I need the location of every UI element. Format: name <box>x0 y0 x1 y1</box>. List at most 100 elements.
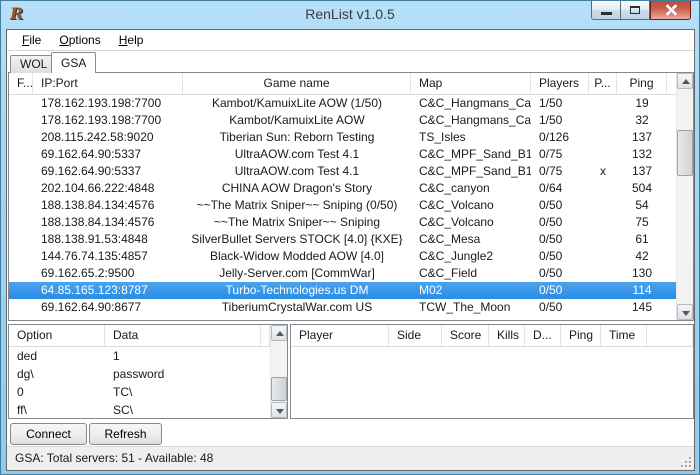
server-row[interactable]: 144.76.74.135:4857Black-Widow Modded AOW… <box>9 248 676 265</box>
server-cell-players: 0/64 <box>531 180 589 197</box>
options-col-header-option[interactable]: Option <box>9 325 105 346</box>
server-cell-f <box>9 95 33 112</box>
players-col-header-1[interactable]: Side <box>389 325 442 346</box>
resize-grip[interactable] <box>679 455 692 468</box>
title-bar[interactable]: R RenList v1.0.5 <box>1 1 699 29</box>
server-row[interactable]: 64.85.165.123:8787Turbo-Technologies.us … <box>9 282 676 299</box>
option-name-cell: ff\ <box>9 401 105 419</box>
server-list-body: 178.162.193.198:7700Kambot/KamuixLite AO… <box>9 95 676 320</box>
server-cell-map: C&C_MPF_Sand_B1 <box>411 146 531 163</box>
option-name-cell: dg\ <box>9 365 105 383</box>
server-row[interactable]: 202.104.66.222:4848CHINA AOW Dragon's St… <box>9 180 676 197</box>
server-cell-p <box>589 282 617 299</box>
players-col-header-5[interactable]: Ping <box>561 325 601 346</box>
server-cell-ip: 188.138.84.134:4576 <box>33 214 183 231</box>
server-cell-players: 0/50 <box>531 265 589 282</box>
server-cell-map: C&C_Hangmans_Ca... <box>411 112 531 129</box>
maximize-button[interactable] <box>621 1 650 20</box>
server-cell-ping: 145 <box>617 299 667 316</box>
scroll-up-button[interactable] <box>677 73 693 89</box>
arrow-down-icon <box>276 409 284 414</box>
server-cell-game: Kambot/KamuixLite AOW <box>183 112 411 129</box>
server-col-header-ip[interactable]: IP:Port <box>33 73 183 94</box>
scrollbar-thumb[interactable] <box>677 130 693 176</box>
server-cell-f <box>9 282 33 299</box>
menu-item-file[interactable]: File <box>13 31 50 49</box>
server-cell-map: C&C_Hangmans_Ca... <box>411 95 531 112</box>
server-cell-p <box>589 197 617 214</box>
server-row[interactable]: 178.162.193.198:7700Kambot/KamuixLite AO… <box>9 95 676 112</box>
server-cell-map: C&C_Field <box>411 265 531 282</box>
tab-gsa[interactable]: GSA <box>51 52 96 73</box>
server-cell-p <box>589 146 617 163</box>
server-cell-players: 0/50 <box>531 299 589 316</box>
server-row[interactable]: 188.138.91.53:4848SilverBullet Servers S… <box>9 231 676 248</box>
server-cell-f <box>9 146 33 163</box>
server-cell-f <box>9 180 33 197</box>
server-cell-ping: 54 <box>617 197 667 214</box>
options-row[interactable]: dg\password <box>9 365 270 383</box>
options-col-header-data[interactable]: Data <box>105 325 261 346</box>
options-row[interactable]: 0TC\ <box>9 383 270 401</box>
maximize-icon <box>630 6 640 14</box>
tab-strip: WOLGSA <box>7 51 694 72</box>
server-col-header-ping[interactable]: Ping <box>617 73 667 94</box>
server-cell-ping: 32 <box>617 112 667 129</box>
server-row[interactable]: 69.162.65.2:9500Jelly-Server.com [CommWa… <box>9 265 676 282</box>
menu-item-options[interactable]: Options <box>50 31 109 49</box>
server-col-header-p[interactable]: P... <box>589 73 617 94</box>
server-cell-game: UltraAOW.com Test 4.1 <box>183 163 411 180</box>
server-row[interactable]: 188.138.84.134:4576~~The Matrix Sniper~~… <box>9 214 676 231</box>
server-cell-p <box>589 95 617 112</box>
options-list-scrollbar[interactable] <box>270 325 287 418</box>
server-cell-ip: 178.162.193.198:7700 <box>33 112 183 129</box>
server-cell-f <box>9 129 33 146</box>
refresh-button[interactable]: Refresh <box>89 423 162 445</box>
server-cell-ip: 208.115.242.58:9020 <box>33 129 183 146</box>
options-list-header: OptionData <box>9 325 270 347</box>
players-col-header-3[interactable]: Kills <box>489 325 525 346</box>
server-cell-f <box>9 248 33 265</box>
server-cell-map: C&C_MPF_Sand_B1 <box>411 163 531 180</box>
server-row[interactable]: 208.115.242.58:9020Tiberian Sun: Reborn … <box>9 129 676 146</box>
server-cell-p <box>589 129 617 146</box>
server-row[interactable]: 69.162.64.90:5337UltraAOW.com Test 4.1C&… <box>9 146 676 163</box>
options-row[interactable]: ded1 <box>9 347 270 365</box>
server-cell-ip: 69.162.65.2:9500 <box>33 265 183 282</box>
scroll-down-button[interactable] <box>271 402 287 418</box>
server-row[interactable]: 188.138.84.134:4576~~The Matrix Sniper~~… <box>9 197 676 214</box>
server-col-header-f[interactable]: F... <box>9 73 33 94</box>
server-col-header-game[interactable]: Game name <box>183 73 411 94</box>
scrollbar-thumb[interactable] <box>271 377 287 401</box>
server-col-header-map[interactable]: Map <box>411 73 531 94</box>
server-col-header-players[interactable]: Players <box>531 73 589 94</box>
server-cell-p <box>589 248 617 265</box>
scroll-up-button[interactable] <box>271 325 287 341</box>
server-cell-f <box>9 163 33 180</box>
server-cell-game: ~~The Matrix Sniper~~ Sniping <box>183 214 411 231</box>
menu-item-help[interactable]: Help <box>110 31 153 49</box>
players-col-header-2[interactable]: Score <box>442 325 489 346</box>
server-cell-players: 0/50 <box>531 231 589 248</box>
option-name-cell: ded <box>9 347 105 365</box>
scroll-down-button[interactable] <box>677 304 693 320</box>
players-col-header-4[interactable]: D... <box>525 325 561 346</box>
server-cell-f <box>9 112 33 129</box>
server-cell-ip: 188.138.91.53:4848 <box>33 231 183 248</box>
server-cell-players: 1/50 <box>531 95 589 112</box>
server-row[interactable]: 69.162.64.90:8677TiberiumCrystalWar.com … <box>9 299 676 316</box>
server-cell-ip: 69.162.64.90:5337 <box>33 163 183 180</box>
server-row[interactable]: 69.162.64.90:5337UltraAOW.com Test 4.1C&… <box>9 163 676 180</box>
server-cell-ping: 504 <box>617 180 667 197</box>
players-col-header-0[interactable]: Player <box>291 325 389 346</box>
server-row[interactable]: 178.162.193.198:7700Kambot/KamuixLite AO… <box>9 112 676 129</box>
option-data-cell: SC\ <box>105 401 261 419</box>
server-cell-f <box>9 299 33 316</box>
minimize-button[interactable] <box>591 1 621 20</box>
server-cell-game: Kambot/KamuixLite AOW (1/50) <box>183 95 411 112</box>
options-row[interactable]: ff\SC\ <box>9 401 270 419</box>
server-list-scrollbar[interactable] <box>676 73 693 320</box>
players-col-header-6[interactable]: Time <box>601 325 647 346</box>
close-button[interactable] <box>650 1 691 20</box>
connect-button[interactable]: Connect <box>10 423 87 445</box>
